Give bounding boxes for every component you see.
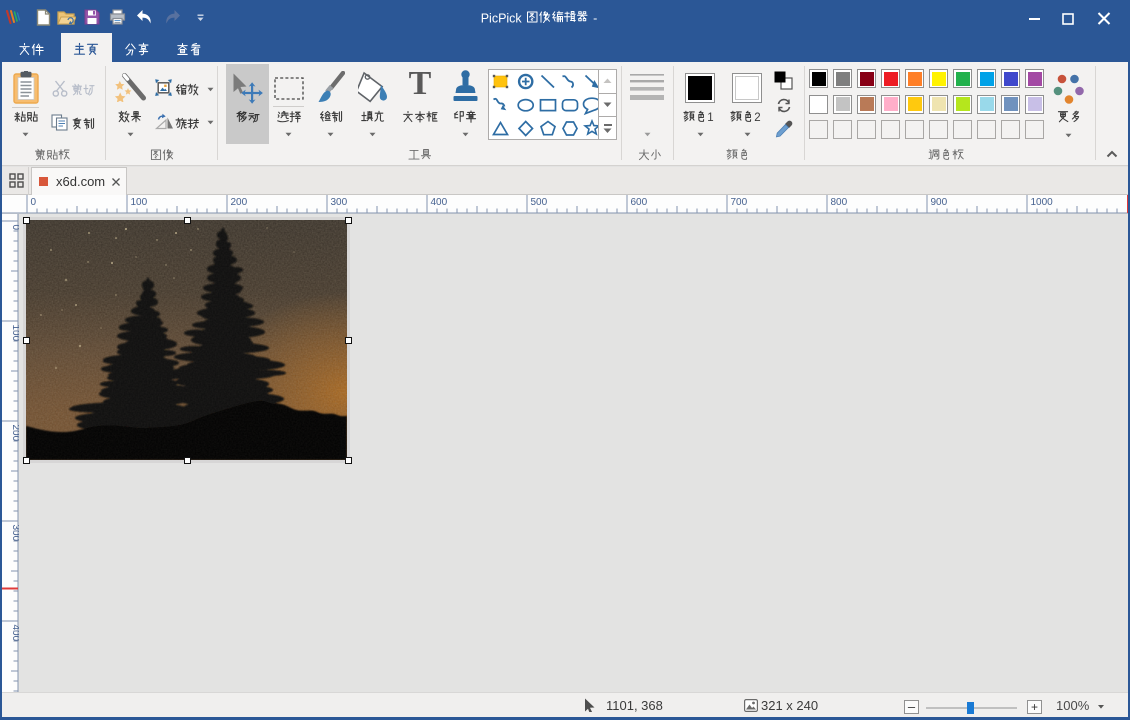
svg-text:800: 800 bbox=[831, 197, 848, 208]
svg-text:500: 500 bbox=[531, 197, 548, 208]
svg-text:300: 300 bbox=[10, 525, 19, 542]
svg-text:600: 600 bbox=[631, 197, 648, 208]
svg-text:400: 400 bbox=[10, 625, 19, 642]
svg-text:900: 900 bbox=[931, 197, 948, 208]
svg-text:200: 200 bbox=[231, 197, 248, 208]
svg-text:700: 700 bbox=[731, 197, 748, 208]
svg-text:1000: 1000 bbox=[1031, 197, 1054, 208]
svg-text:400: 400 bbox=[431, 197, 448, 208]
svg-text:100: 100 bbox=[10, 325, 19, 342]
svg-text:2: 2 bbox=[754, 112, 760, 124]
svg-text:1: 1 bbox=[707, 112, 713, 124]
svg-text:200: 200 bbox=[10, 425, 19, 442]
svg-text:0: 0 bbox=[31, 197, 37, 208]
svg-text:300: 300 bbox=[331, 197, 348, 208]
svg-text:100: 100 bbox=[131, 197, 148, 208]
svg-text:0: 0 bbox=[10, 225, 19, 231]
